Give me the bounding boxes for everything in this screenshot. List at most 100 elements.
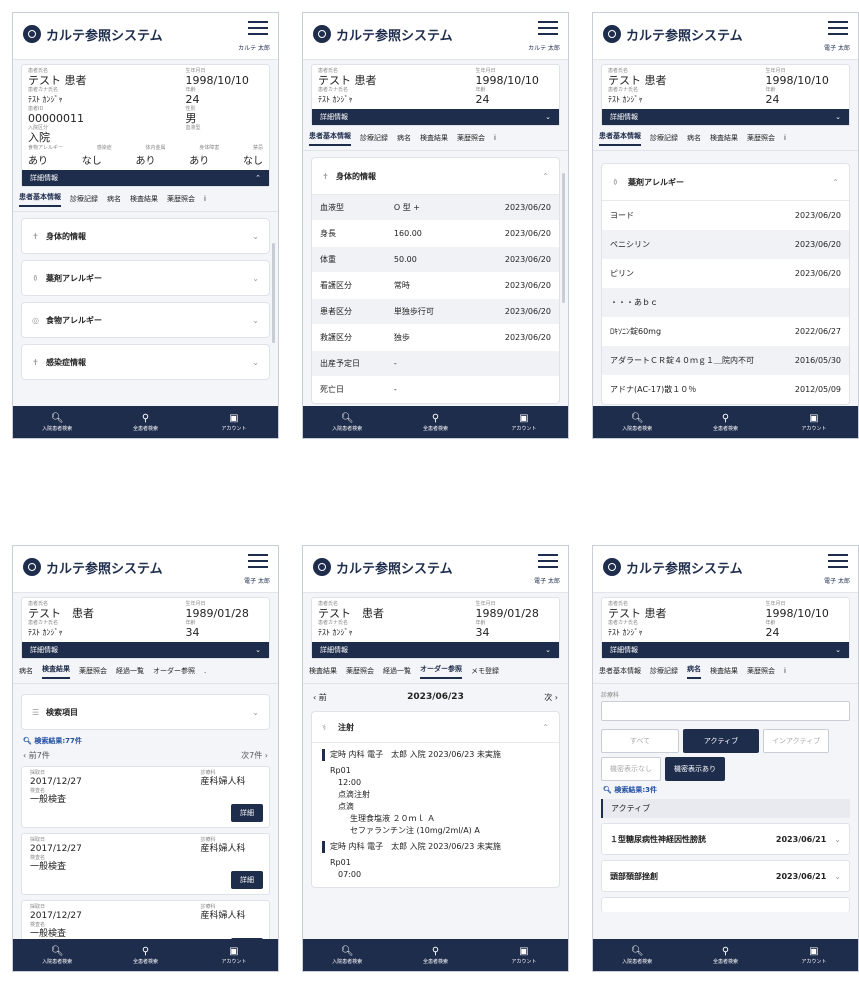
nav-label: アカウント xyxy=(801,425,827,432)
show-secret-button[interactable]: 機密表示あり xyxy=(665,757,725,781)
nav-all-search[interactable]: ⚲ 全患者検索 xyxy=(101,406,189,438)
filter-all-button[interactable]: すべて xyxy=(601,729,679,753)
nav-inpatient-search[interactable]: 🔍︎ 入院患者検索 xyxy=(593,939,681,971)
tab-records[interactable]: 診療記録 xyxy=(360,133,388,143)
tab-disease[interactable]: 病名 xyxy=(107,194,121,204)
tab-more[interactable]: i xyxy=(784,134,786,142)
detail-toggle[interactable]: 詳細情報 ⌄ xyxy=(312,642,559,658)
hamburger-menu-icon[interactable] xyxy=(828,21,848,37)
section-food-allergy[interactable]: ◎ 食物アレルギー ⌄ xyxy=(21,302,270,338)
detail-toggle[interactable]: 詳細情報 ⌄ xyxy=(22,642,269,658)
disease-date: 2023/06/21 xyxy=(775,834,827,844)
filter-active-button[interactable]: アクティブ xyxy=(683,729,759,753)
hamburger-menu-icon[interactable] xyxy=(248,554,268,570)
next-page-link[interactable]: 次7件 › xyxy=(241,750,268,761)
tab-disease[interactable]: 病名 xyxy=(397,133,411,143)
detail-button[interactable]: 詳細 xyxy=(231,804,263,822)
section-infection[interactable]: ✝ 感染症情報 ⌄ xyxy=(21,344,270,380)
tab-bar: 検査結果 薬歴照会 経過一覧 オーダー参照 メモ登録 xyxy=(303,659,568,684)
panel-title: 注射 xyxy=(338,722,354,732)
tab-basic[interactable]: 患者基本情報 xyxy=(309,131,351,146)
nav-account[interactable]: ▣ アカウント xyxy=(190,406,278,438)
panel-header[interactable]: ⚕ 注射 ⌃ xyxy=(312,712,559,743)
tab-basic[interactable]: 患者基本情報 xyxy=(599,666,641,676)
tab-order[interactable]: オーダー参照 xyxy=(153,666,195,676)
section-body-info[interactable]: ✝ 身体的情報 ⌄ xyxy=(21,218,270,254)
tab-drug[interactable]: 薬歴照会 xyxy=(747,666,775,676)
tab-basic[interactable]: 患者基本情報 xyxy=(599,131,641,146)
tab-progress[interactable]: 経過一覧 xyxy=(116,666,144,676)
detail-toggle[interactable]: 詳細情報 ⌄ xyxy=(602,109,849,125)
detail-toggle[interactable]: 詳細情報 ⌄ xyxy=(312,109,559,125)
detail-toggle[interactable]: 詳細情報 ⌃ xyxy=(22,170,269,186)
tab-disease[interactable]: 病名 xyxy=(19,666,33,676)
filter-inactive-button[interactable]: インアクティブ xyxy=(763,729,830,753)
nav-all-search[interactable]: ⚲ 全患者検索 xyxy=(681,406,769,438)
nav-inpatient-search[interactable]: 🔍︎ 入院患者検索 xyxy=(593,406,681,438)
tab-more[interactable]: i xyxy=(784,667,786,675)
tab-drug[interactable]: 薬歴照会 xyxy=(79,666,107,676)
tab-records[interactable]: 診療記録 xyxy=(650,133,678,143)
next-day-link[interactable]: 次 › xyxy=(544,692,558,703)
tab-drug[interactable]: 薬歴照会 xyxy=(167,194,195,204)
prev-page-link[interactable]: ‹ 前7件 xyxy=(23,750,50,761)
tab-records[interactable]: 診療記録 xyxy=(70,194,98,204)
nav-all-search[interactable]: ⚲ 全患者検索 xyxy=(391,406,479,438)
search-items-toggle[interactable]: ☰ 検索項目 ⌄ xyxy=(21,694,270,730)
tab-lab[interactable]: 検査結果 xyxy=(42,664,70,679)
tab-disease[interactable]: 病名 xyxy=(687,133,701,143)
patient-card: 患者氏名 テスト 患者 生年月日 1989/01/28 患者カナ氏名 ﾃｽﾄ ｶﾝｼﾞ… xyxy=(21,597,270,659)
chevron-down-icon: ⌄ xyxy=(252,707,259,717)
nav-inpatient-search[interactable]: 🔍︎ 入院患者検索 xyxy=(13,406,101,438)
tab-drug[interactable]: 薬歴照会 xyxy=(346,666,374,676)
tab-lab[interactable]: 検査結果 xyxy=(710,133,738,143)
detail-toggle[interactable]: 詳細情報 ⌄ xyxy=(602,642,849,658)
disease-card[interactable]: 頭部頚部挫創 2023/06/21 ⌄ xyxy=(601,860,850,892)
tab-basic[interactable]: 患者基本情報 xyxy=(19,192,61,207)
dept-input[interactable] xyxy=(601,701,850,721)
tab-order[interactable]: オーダー参照 xyxy=(420,664,462,679)
hamburger-menu-icon[interactable] xyxy=(538,554,558,570)
tab-drug[interactable]: 薬歴照会 xyxy=(747,133,775,143)
tab-disease[interactable]: 病名 xyxy=(687,664,701,679)
nav-inpatient-search[interactable]: 🔍︎ 入院患者検索 xyxy=(13,939,101,971)
tab-more[interactable]: i xyxy=(494,134,496,142)
nav-all-search[interactable]: ⚲ 全患者検索 xyxy=(681,939,769,971)
tab-more[interactable]: i xyxy=(204,195,206,203)
hide-secret-button[interactable]: 機密表示なし xyxy=(601,757,661,781)
tab-drug[interactable]: 薬歴照会 xyxy=(457,133,485,143)
tab-records[interactable]: 診療記録 xyxy=(650,666,678,676)
nav-account[interactable]: ▣ アカウント xyxy=(190,939,278,971)
nav-account[interactable]: ▣ アカウント xyxy=(480,939,568,971)
nav-account[interactable]: ▣ アカウント xyxy=(480,406,568,438)
scrollbar[interactable] xyxy=(562,173,565,303)
hamburger-menu-icon[interactable] xyxy=(828,554,848,570)
nav-account[interactable]: ▣ アカウント xyxy=(770,406,858,438)
nav-account[interactable]: ▣ アカウント xyxy=(770,939,858,971)
hamburger-menu-icon[interactable] xyxy=(248,21,268,37)
nav-inpatient-search[interactable]: 🔍︎ 入院患者検索 xyxy=(303,939,391,971)
info-value: 常時 xyxy=(393,281,410,290)
section-drug-allergy[interactable]: ⚱ 薬剤アレルギー ⌄ xyxy=(21,260,270,296)
tab-lab[interactable]: 検査結果 xyxy=(309,666,337,676)
tab-more[interactable]: . xyxy=(204,667,206,675)
panel-header[interactable]: ✝ 身体的情報 ⌃ xyxy=(312,158,559,195)
tab-lab[interactable]: 検査結果 xyxy=(420,133,448,143)
search-list-icon: ☰ xyxy=(32,707,40,717)
nav-all-search[interactable]: ⚲ 全患者検索 xyxy=(101,939,189,971)
nav-inpatient-search[interactable]: 🔍︎ 入院患者検索 xyxy=(303,406,391,438)
nav-label: 入院患者検索 xyxy=(42,425,73,432)
tab-memo[interactable]: メモ登録 xyxy=(471,666,499,676)
panel-header[interactable]: ⚱ 薬剤アレルギー ⌃ xyxy=(602,164,849,201)
hamburger-menu-icon[interactable] xyxy=(538,21,558,37)
detail-button[interactable]: 詳細 xyxy=(231,871,263,889)
tab-progress[interactable]: 経過一覧 xyxy=(383,666,411,676)
tab-lab[interactable]: 検査結果 xyxy=(710,666,738,676)
scrollbar[interactable] xyxy=(272,243,275,343)
prev-day-link[interactable]: ‹ 前 xyxy=(313,692,327,703)
nav-label: アカウント xyxy=(511,958,537,965)
tab-lab[interactable]: 検査結果 xyxy=(130,194,158,204)
info-date: 2023/06/20 xyxy=(504,203,551,212)
disease-card[interactable]: １型糖尿病性神経因性膀胱 2023/06/21 ⌄ xyxy=(601,823,850,855)
nav-all-search[interactable]: ⚲ 全患者検索 xyxy=(391,939,479,971)
